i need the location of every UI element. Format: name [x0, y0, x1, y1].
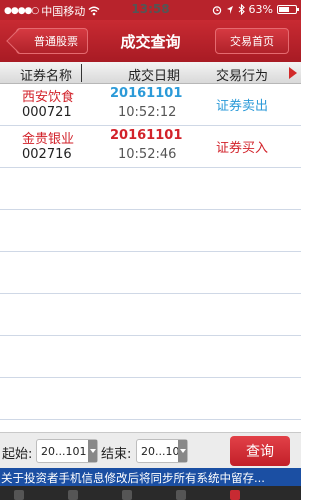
trade-table: 西安饮食 000721 20161101 10:52:12 证券卖出 金贵银业 …	[0, 84, 301, 432]
start-date-select[interactable]: 20...101	[36, 439, 98, 463]
dropdown-caret-icon	[88, 440, 97, 462]
empty-row	[0, 252, 301, 294]
trade-action: 证券卖出	[216, 99, 269, 114]
table-header: 证券名称 成交日期 交易行为	[0, 62, 301, 84]
ticker-text: 关于投资者手机信息修改后将同步所有系统中留存...	[1, 471, 265, 485]
trade-time: 10:52:12	[118, 105, 177, 120]
status-bar: ●●●●○ 中国移动 13:58 63%	[0, 0, 301, 20]
battery-icon	[277, 5, 299, 14]
stock-name: 西安饮食	[22, 90, 75, 105]
trade-action: 证券买入	[216, 141, 269, 156]
bluetooth-icon	[238, 4, 245, 15]
bottom-tab-bar	[0, 486, 301, 500]
end-date-select[interactable]: 20...102	[136, 439, 188, 463]
empty-row	[0, 378, 301, 420]
tab-icon[interactable]	[176, 490, 186, 500]
date-range-bar: 起始: 20...101 结束: 20...102 查询	[0, 432, 301, 468]
column-divider[interactable]	[81, 64, 82, 82]
table-row[interactable]: 金贵银业 002716 20161101 10:52:46 证券买入	[0, 126, 301, 168]
stock-code: 002716	[22, 147, 72, 162]
trade-home-label: 交易首页	[230, 35, 274, 48]
nav-bar: 普通股票 成交查询 交易首页	[0, 20, 301, 62]
tab-icon[interactable]	[14, 490, 24, 500]
column-header-action: 交易行为	[216, 69, 269, 84]
tab-icon[interactable]	[122, 490, 132, 500]
empty-row	[0, 168, 301, 210]
query-button[interactable]: 查询	[230, 436, 290, 466]
stock-name: 金贵银业	[22, 132, 75, 147]
column-header-name: 证券名称	[20, 69, 73, 84]
start-date-value: 20...101	[41, 445, 87, 458]
end-date-label: 结束:	[101, 447, 132, 462]
query-button-label: 查询	[246, 444, 274, 460]
trade-date: 20161101	[110, 86, 183, 101]
empty-row	[0, 210, 301, 252]
location-icon	[226, 5, 233, 14]
tab-icon[interactable]	[230, 490, 240, 500]
table-row[interactable]: 西安饮食 000721 20161101 10:52:12 证券卖出	[0, 84, 301, 126]
empty-row	[0, 294, 301, 336]
start-date-label: 起始:	[2, 447, 33, 462]
alarm-icon	[212, 5, 221, 15]
dropdown-caret-icon	[178, 440, 187, 462]
battery-percent: 63%	[248, 3, 273, 16]
trade-home-button[interactable]: 交易首页	[215, 28, 289, 54]
stock-code: 000721	[22, 105, 72, 120]
empty-row	[0, 336, 301, 378]
trade-date: 20161101	[110, 128, 183, 143]
tab-icon[interactable]	[68, 490, 78, 500]
scroll-right-icon[interactable]	[289, 67, 297, 79]
trade-time: 10:52:46	[118, 147, 177, 162]
news-ticker[interactable]: 关于投资者手机信息修改后将同步所有系统中留存...	[0, 468, 301, 486]
column-header-date: 成交日期	[128, 69, 181, 84]
